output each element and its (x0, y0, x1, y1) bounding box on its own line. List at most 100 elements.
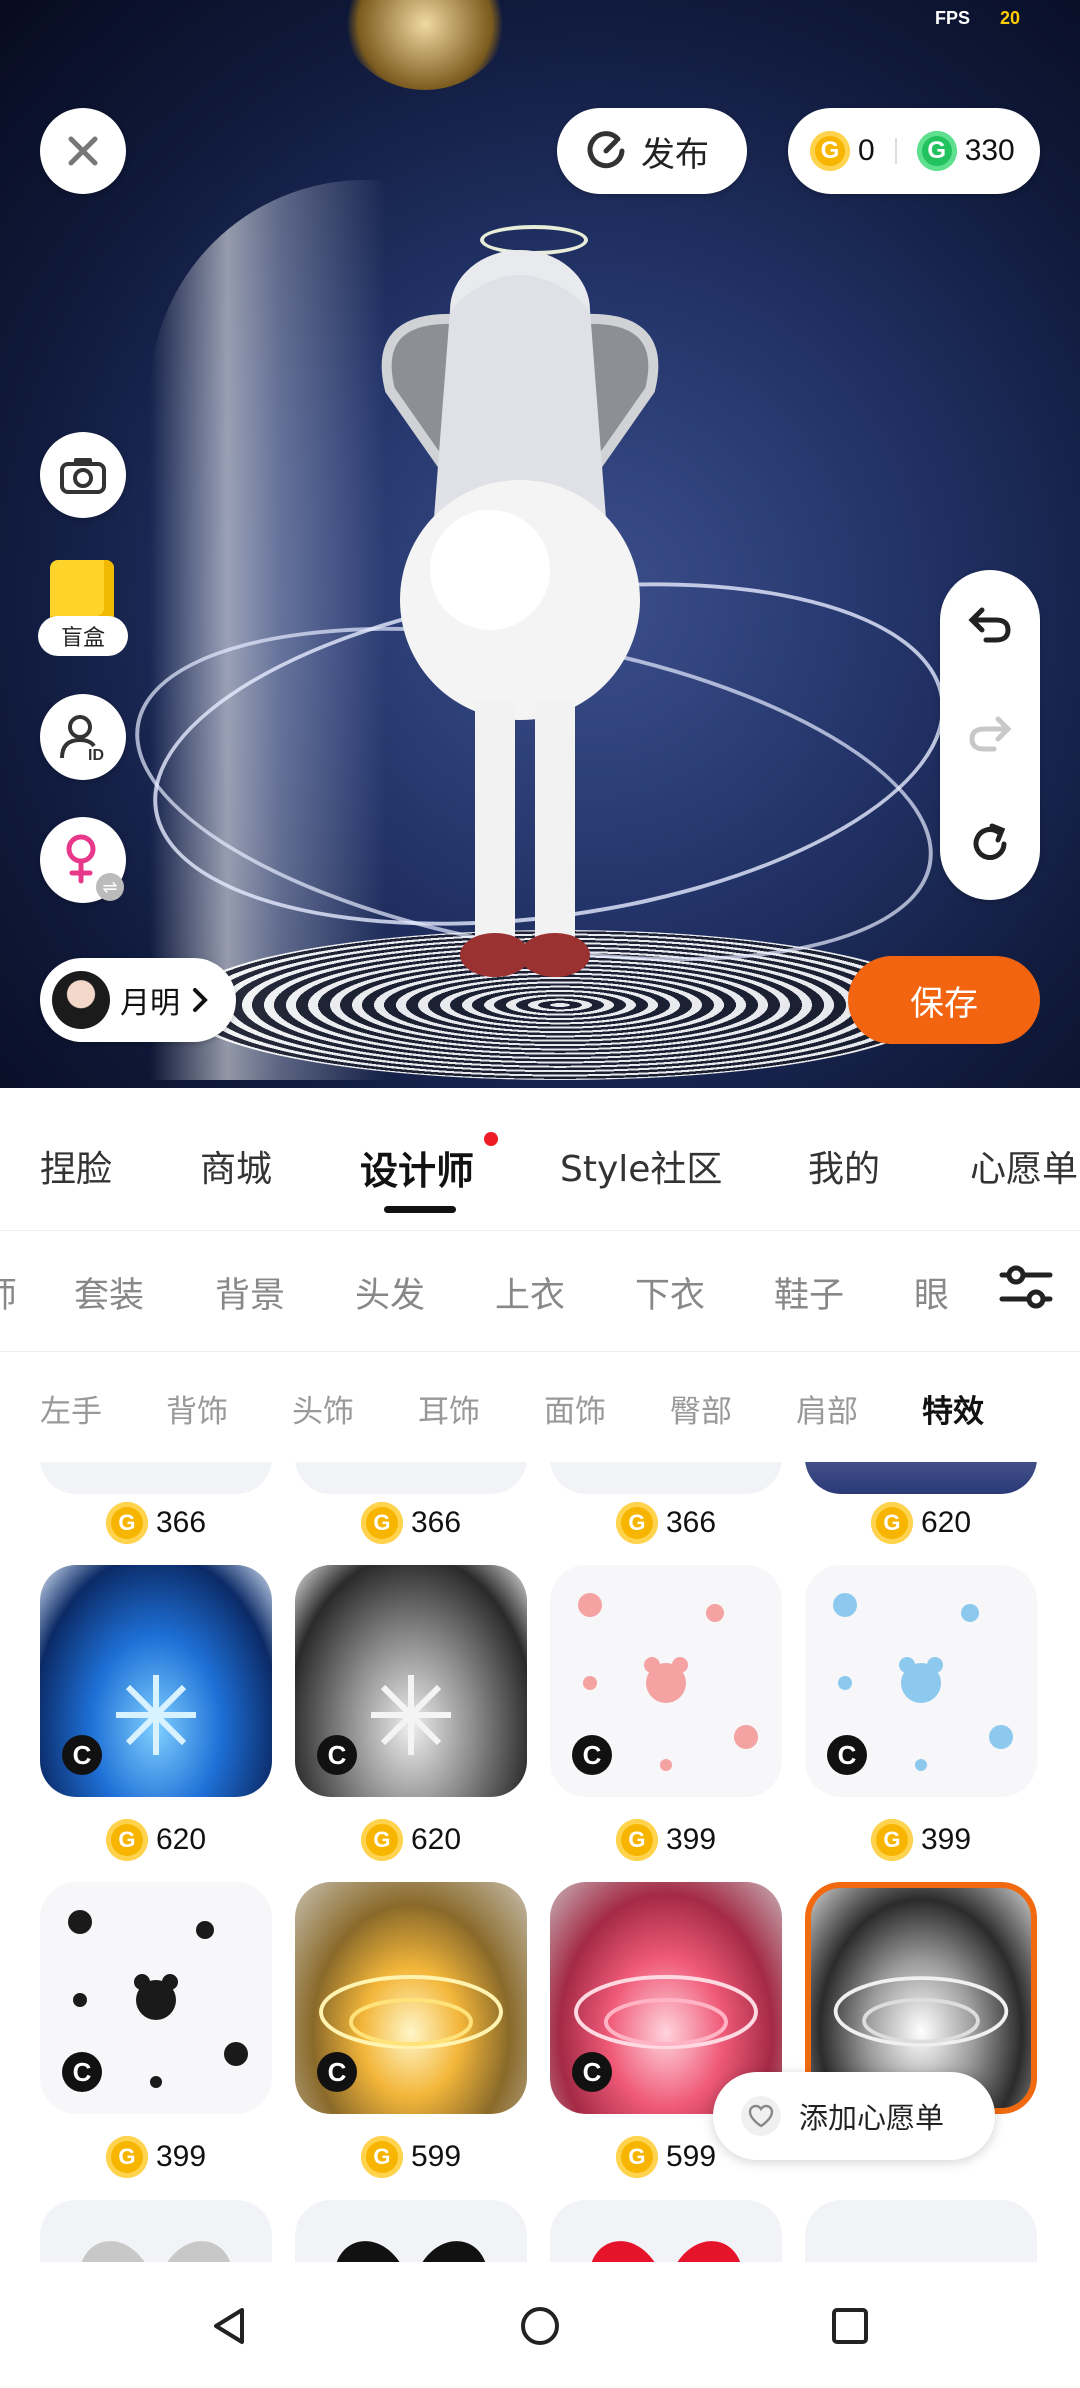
sub-tab[interactable]: 背饰 (166, 1386, 228, 1431)
gold-coin-icon: G (870, 1819, 913, 1861)
item-card[interactable] (295, 1462, 527, 1494)
item-price: G 620 (295, 1819, 527, 1861)
item-card[interactable]: C (40, 1882, 272, 2114)
blindbox-label: 盲盒 (38, 616, 128, 656)
creator-badge: C (572, 1735, 612, 1775)
gold-coin-icon: G (360, 1819, 403, 1861)
item-price: G 599 (295, 2136, 527, 2178)
camera-icon (60, 458, 106, 494)
home-button[interactable] (510, 2296, 570, 2356)
history-controls (940, 570, 1040, 900)
gold-coin-icon: G (105, 2136, 148, 2178)
undo-icon[interactable] (968, 604, 1012, 644)
refresh-c-icon (587, 131, 625, 169)
camera-button[interactable] (40, 432, 126, 518)
sub-tab[interactable]: 左手 (40, 1386, 102, 1431)
item-card[interactable] (40, 2200, 272, 2262)
item-card[interactable] (550, 2200, 782, 2262)
category-tab[interactable]: 鞋子 (774, 1267, 844, 1318)
fps-counter: FPS 20 (934, 8, 1020, 28)
item-card[interactable]: C (805, 1565, 1037, 1797)
creator-badge: C (572, 2052, 612, 2092)
gold-coin-icon: G (615, 2136, 658, 2178)
back-button[interactable] (200, 2296, 260, 2356)
home-circle-icon (521, 2307, 559, 2345)
item-card[interactable]: C (295, 1565, 527, 1797)
avatar-preview-stage[interactable]: FPS 20 发布 G 0 G 330 盲盒 ID ⇌ 月明 保存 (0, 0, 1080, 1088)
currency-balance[interactable]: G 0 G 330 (788, 108, 1040, 194)
item-price: G 366 (40, 1502, 272, 1544)
username: 月明 (120, 986, 180, 1021)
wishlist-label: 添加心愿单 (799, 2101, 945, 2135)
category-tab[interactable]: 上衣 (495, 1267, 565, 1318)
gift-box-icon (50, 560, 114, 624)
hanging-ornament (335, 0, 515, 90)
heart-icon-wrap (741, 2096, 781, 2136)
recents-square-icon (832, 2308, 868, 2344)
publish-button[interactable]: 发布 (557, 108, 747, 194)
profile-chip[interactable]: 月明 (40, 958, 236, 1042)
item-price: G 399 (805, 1819, 1037, 1861)
sub-tab[interactable]: 肩部 (796, 1386, 858, 1431)
category-tab[interactable]: 套装 (74, 1267, 144, 1318)
category-tab[interactable]: 眼 (914, 1267, 949, 1318)
item-card[interactable]: C (40, 1565, 272, 1797)
category-tab[interactable]: 下衣 (635, 1267, 705, 1318)
main-tab-bar: 捏脸 商城 设计师 Style社区 我的 心愿单 (0, 1088, 1080, 1231)
category-tab[interactable]: 师 (0, 1267, 17, 1318)
redo-icon[interactable] (968, 713, 1012, 753)
tab-face[interactable]: 捏脸 (40, 1140, 112, 1192)
filter-button[interactable] (994, 1255, 1058, 1319)
avatar (52, 971, 110, 1029)
gold-coin-icon: G (105, 1819, 148, 1861)
gender-switch-button[interactable]: ⇌ (40, 817, 126, 903)
sub-tab[interactable]: 头饰 (292, 1386, 354, 1431)
creator-badge: C (317, 1735, 357, 1775)
item-card[interactable]: C (550, 1565, 782, 1797)
recents-button[interactable] (820, 2296, 880, 2356)
item-card[interactable] (550, 1462, 782, 1494)
tab-mine[interactable]: 我的 (808, 1140, 880, 1192)
item-price: G 620 (40, 1819, 272, 1861)
creator-badge: C (62, 2052, 102, 2092)
gold-coin-icon: G (360, 1502, 403, 1544)
system-nav-bar (0, 2262, 1080, 2388)
category-tab-bar: 师 套装 背景 头发 上衣 下衣 鞋子 眼 (0, 1231, 1080, 1352)
creator-badge: C (62, 1735, 102, 1775)
save-button[interactable]: 保存 (848, 956, 1040, 1044)
gold-coin-icon: G (615, 1502, 658, 1544)
gold-coin-icon: G (870, 1502, 913, 1544)
divider (894, 138, 897, 164)
sub-tab-effects[interactable]: 特效 (922, 1386, 984, 1431)
sub-tab[interactable]: 臀部 (670, 1386, 732, 1431)
sub-tab[interactable]: 耳饰 (418, 1386, 480, 1431)
gold-coin-icon: G (810, 131, 850, 171)
avatar-id-button[interactable]: ID (40, 694, 126, 780)
category-tab[interactable]: 头发 (355, 1267, 425, 1318)
back-triangle-icon (214, 2308, 244, 2344)
category-tab[interactable]: 背景 (215, 1267, 285, 1318)
item-card[interactable] (40, 1462, 272, 1494)
tab-designer[interactable]: 设计师 (360, 1140, 474, 1195)
creator-badge: C (317, 2052, 357, 2092)
green-coin-icon: G (916, 131, 957, 171)
sub-tab[interactable]: 面饰 (544, 1386, 606, 1431)
tab-mall[interactable]: 商城 (200, 1140, 272, 1192)
item-card[interactable] (295, 2200, 527, 2262)
add-wishlist-button[interactable]: 添加心愿单 (713, 2072, 995, 2160)
item-card[interactable] (805, 2200, 1037, 2262)
item-price: G 366 (550, 1502, 782, 1544)
active-tab-indicator (384, 1206, 456, 1213)
close-button[interactable] (40, 108, 126, 194)
item-card[interactable] (805, 1462, 1037, 1494)
reset-icon[interactable] (968, 822, 1012, 866)
creator-badge: C (827, 1735, 867, 1775)
item-card[interactable]: C (295, 1882, 527, 2114)
heart-thumbnail (81, 2241, 231, 2262)
tab-wishlist[interactable]: 心愿单 (970, 1140, 1078, 1192)
item-price: G 620 (805, 1502, 1037, 1544)
item-price: G 399 (550, 1819, 782, 1861)
blindbox-button[interactable]: 盲盒 (38, 560, 128, 660)
tab-style-community[interactable]: Style社区 (560, 1140, 722, 1192)
heart-thumbnail (591, 2241, 741, 2262)
